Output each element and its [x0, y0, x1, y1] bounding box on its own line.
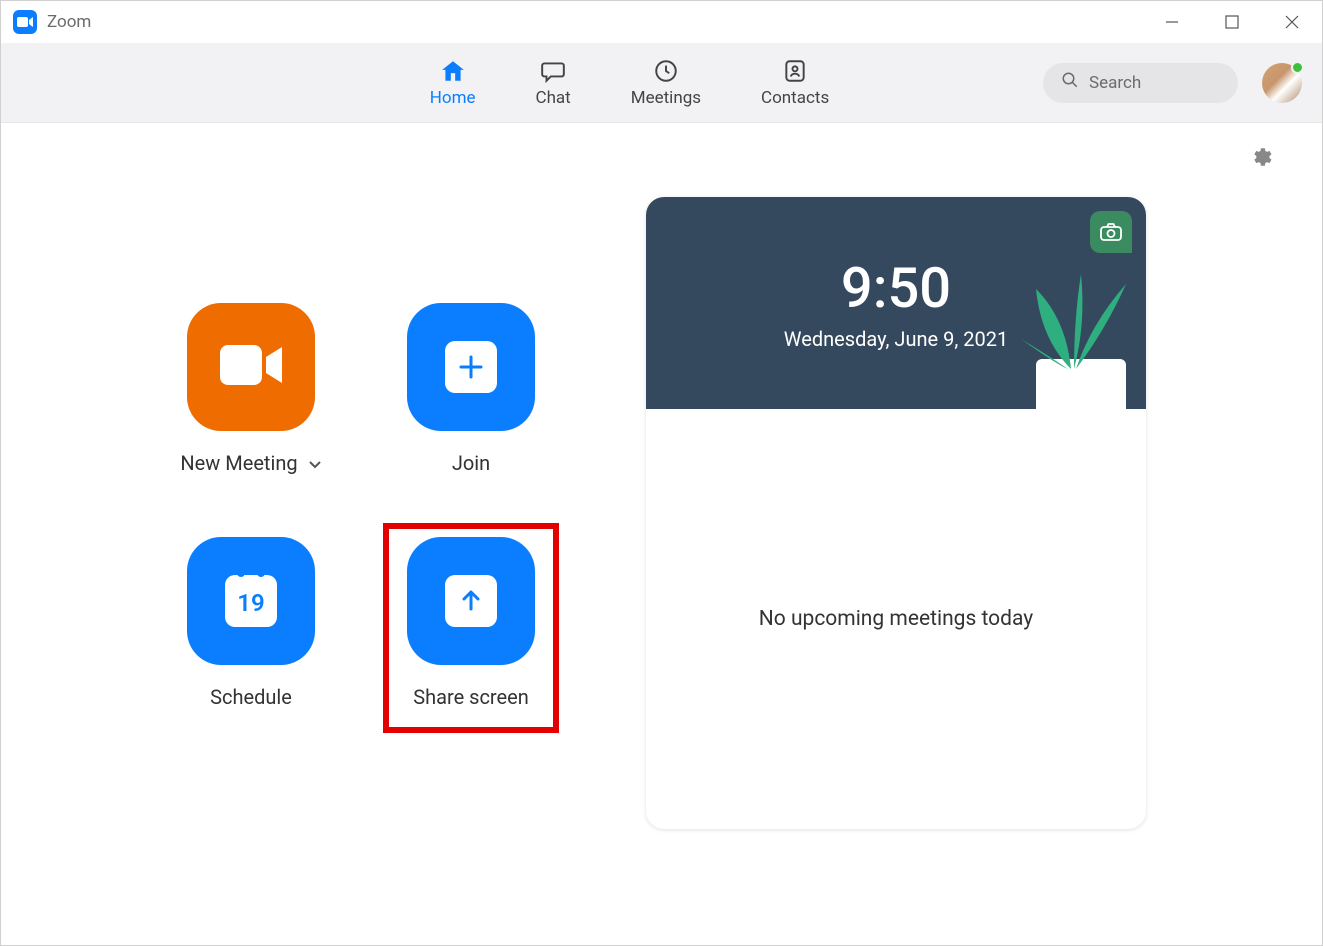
maximize-button[interactable]: [1222, 12, 1242, 32]
action-label: Schedule: [210, 685, 292, 709]
nav-tabs: Home Chat Meetings Contacts: [430, 58, 829, 108]
meetings-panel: 9:50 Wednesday, June 9, 2021 No upcoming…: [646, 197, 1146, 829]
search-icon: [1061, 71, 1079, 94]
share-screen-button[interactable]: [407, 537, 535, 665]
nav-label: Home: [430, 88, 476, 108]
nav-label: Chat: [536, 88, 571, 108]
clock-time: 9:50: [841, 255, 951, 321]
schedule-button[interactable]: 19: [187, 537, 315, 665]
share-arrow-icon: [445, 575, 497, 627]
search-input[interactable]: Search: [1043, 63, 1238, 103]
annotation-highlight: Share screen: [383, 523, 559, 733]
nav-label: Contacts: [761, 88, 829, 108]
actions-panel: New Meeting Join: [1, 123, 646, 945]
window-title: Zoom: [47, 12, 91, 32]
video-icon: [220, 345, 282, 389]
minimize-button[interactable]: [1162, 12, 1182, 32]
chevron-down-icon[interactable]: [308, 451, 322, 475]
action-label: Join: [452, 451, 490, 475]
settings-button[interactable]: [1250, 145, 1274, 173]
zoom-logo-icon: [13, 10, 37, 34]
contacts-icon: [782, 58, 808, 84]
tab-home[interactable]: Home: [430, 58, 476, 108]
titlebar: Zoom: [1, 1, 1322, 43]
chat-icon: [540, 58, 566, 84]
window-controls: [1162, 12, 1310, 32]
home-icon: [440, 58, 466, 84]
top-toolbar: Home Chat Meetings Contacts Search: [1, 43, 1322, 123]
plus-icon: [445, 341, 497, 393]
action-join: Join: [361, 303, 581, 503]
close-button[interactable]: [1282, 12, 1302, 32]
avatar[interactable]: [1262, 63, 1302, 103]
action-share-screen: Share screen: [361, 537, 581, 737]
main-content: New Meeting Join: [1, 123, 1322, 945]
plant-illustration-icon: [1006, 279, 1136, 409]
background-photo-button[interactable]: [1090, 211, 1132, 253]
tab-contacts[interactable]: Contacts: [761, 58, 829, 108]
join-button[interactable]: [407, 303, 535, 431]
upcoming-meetings: No upcoming meetings today: [646, 409, 1146, 829]
calendar-icon: 19: [225, 575, 277, 627]
nav-label: Meetings: [631, 88, 701, 108]
action-label: Share screen: [413, 685, 529, 709]
new-meeting-button[interactable]: [187, 303, 315, 431]
search-placeholder: Search: [1089, 73, 1141, 93]
action-schedule: 19 Schedule: [141, 537, 361, 737]
hero-banner: 9:50 Wednesday, June 9, 2021: [646, 197, 1146, 409]
action-new-meeting: New Meeting: [141, 303, 361, 503]
clock-date: Wednesday, June 9, 2021: [784, 327, 1008, 351]
presence-indicator-icon: [1291, 61, 1304, 74]
action-label: New Meeting: [180, 451, 297, 475]
tab-chat[interactable]: Chat: [536, 58, 571, 108]
empty-meetings-text: No upcoming meetings today: [759, 607, 1033, 631]
tab-meetings[interactable]: Meetings: [631, 58, 701, 108]
clock-icon: [653, 58, 679, 84]
